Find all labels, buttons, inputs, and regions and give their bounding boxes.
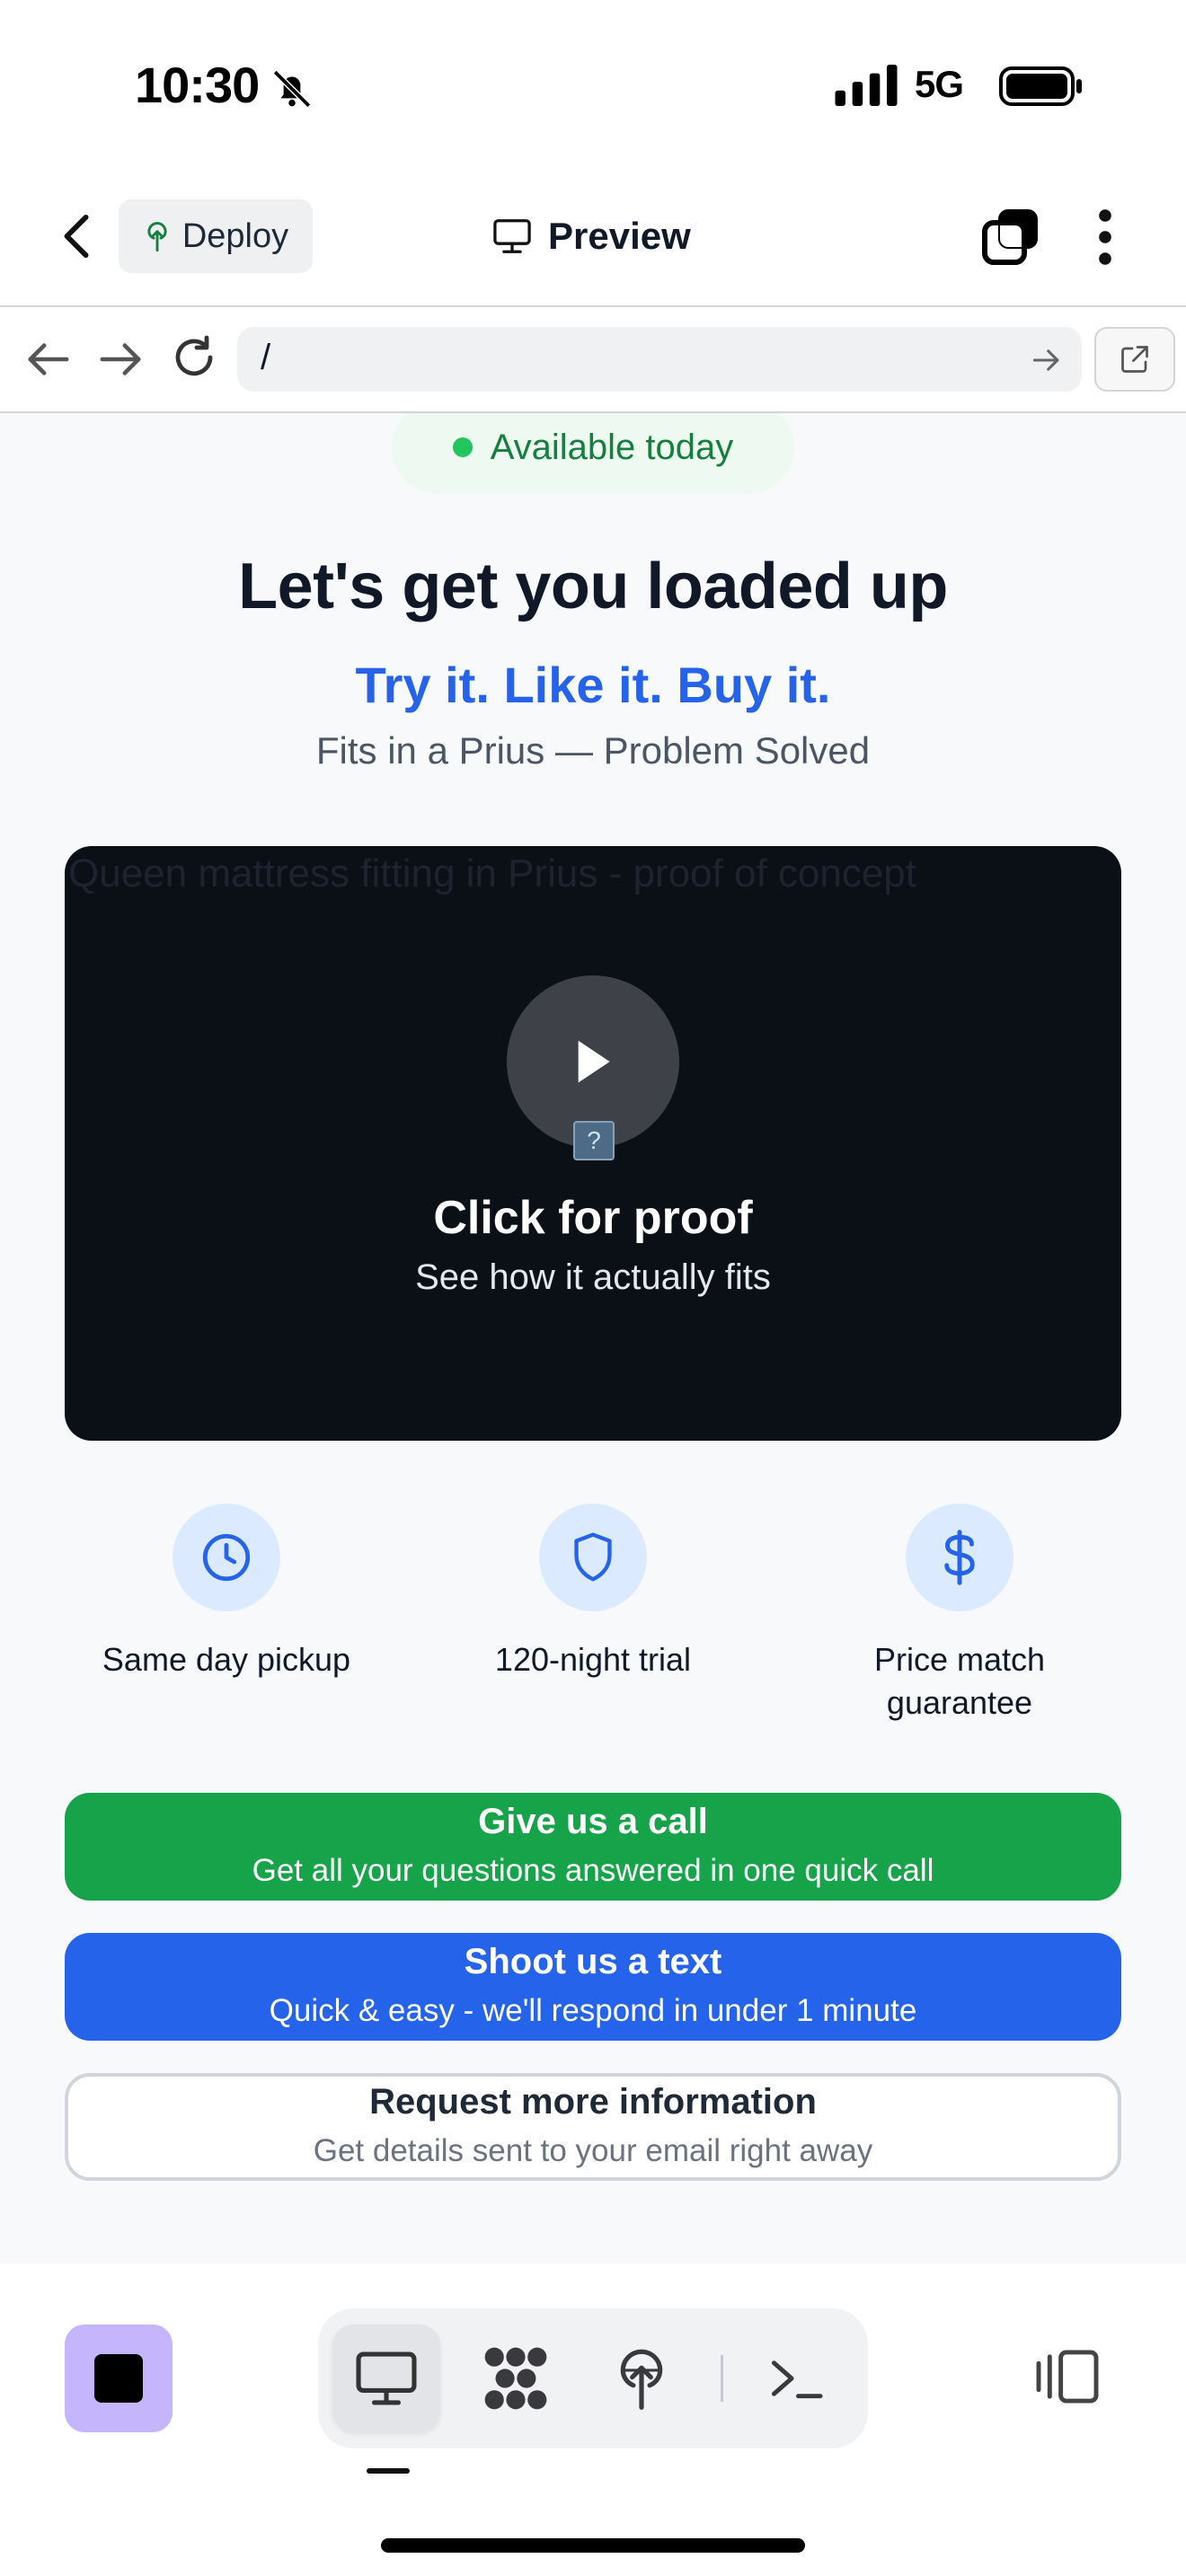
shield-icon <box>539 1504 647 1611</box>
request-info-subtitle: Get details sent to your email right awa… <box>313 2133 873 2168</box>
stop-icon <box>94 2354 143 2403</box>
feature-price-match: Price match guarantee <box>789 1504 1130 1725</box>
status-dot-icon <box>452 437 473 457</box>
text-button-subtitle: Quick & easy - we'll respond in under 1 … <box>269 1993 917 2028</box>
deploy-tab-button[interactable] <box>588 2325 695 2432</box>
page-tagline: Try it. Like it. Buy it. <box>355 657 831 713</box>
call-button[interactable]: Give us a call Get all your questions an… <box>65 1793 1121 1901</box>
dollar-icon <box>906 1504 1013 1611</box>
video-title: Click for proof <box>433 1192 753 1244</box>
network-type: 5G <box>915 63 964 105</box>
text-button[interactable]: Shoot us a text Quick & easy - we'll res… <box>65 1933 1121 2041</box>
url-input[interactable]: / <box>261 338 270 378</box>
external-link-icon <box>1121 346 1148 373</box>
call-button-title: Give us a call <box>478 1802 708 1841</box>
active-tab-indicator <box>367 2468 410 2474</box>
bell-slash-icon <box>272 69 312 109</box>
preview-label: Preview <box>548 215 691 257</box>
arrow-right-small-icon[interactable] <box>1031 345 1062 375</box>
open-external-button[interactable] <box>1094 327 1175 392</box>
video-player[interactable]: Queen mattress fitting in Prius - proof … <box>65 846 1121 1441</box>
call-button-subtitle: Get all your questions answered in one q… <box>252 1853 934 1888</box>
status-time: 10:30 <box>135 57 260 113</box>
terminal-tab-button[interactable] <box>742 2325 850 2432</box>
split-view-icon[interactable] <box>1033 2348 1102 2405</box>
availability-text: Available today <box>490 427 734 467</box>
video-alt-text: Queen mattress fitting in Prius - proof … <box>68 851 917 895</box>
tabs-icon[interactable] <box>981 208 1039 266</box>
clock-icon <box>173 1504 280 1611</box>
feature-label: Same day pickup <box>102 1641 351 1678</box>
terminal-icon <box>771 2360 823 2399</box>
request-info-button[interactable]: Request more information Get details sen… <box>65 2073 1121 2181</box>
cellular-signal-icon <box>835 65 898 106</box>
request-info-title: Request more information <box>369 2082 817 2122</box>
web-preview: Available today Let's get you loaded up … <box>0 413 1186 2263</box>
arrow-left-icon[interactable] <box>25 341 70 377</box>
more-vertical-icon[interactable] <box>1094 208 1116 266</box>
page-subtitle: Fits in a Prius — Problem Solved <box>315 729 871 772</box>
feature-label: Price match guarantee <box>873 1641 1046 1721</box>
stop-button[interactable] <box>65 2325 173 2432</box>
feature-label: 120-night trial <box>494 1641 692 1678</box>
monitor-icon <box>493 219 531 253</box>
video-subtitle: See how it actually fits <box>415 1257 771 1297</box>
play-icon <box>578 1040 610 1083</box>
availability-badge: Available today <box>392 413 794 494</box>
reload-icon[interactable] <box>171 334 217 381</box>
deploy-tree-icon <box>620 2349 663 2410</box>
divider <box>0 305 1186 307</box>
broken-image-icon: ? <box>573 1121 615 1160</box>
deploy-label: Deploy <box>181 216 289 255</box>
preview-monitor-icon <box>356 2351 417 2405</box>
tree-icon <box>147 222 167 251</box>
page-title: Let's get you loaded up <box>238 551 948 622</box>
arrow-right-icon[interactable] <box>99 341 144 377</box>
preview-tab-button[interactable] <box>332 2325 440 2432</box>
preview-title[interactable]: Preview <box>492 207 691 266</box>
feature-night-trial: 120-night trial <box>422 1504 764 1681</box>
text-button-title: Shoot us a text <box>464 1942 722 1981</box>
chevron-left-icon[interactable] <box>59 214 95 259</box>
feature-same-day-pickup: Same day pickup <box>56 1504 397 1681</box>
battery-icon <box>999 66 1082 106</box>
deploy-button[interactable]: Deploy <box>119 199 313 273</box>
toolbar-separator <box>721 2355 723 2402</box>
modules-tab-button[interactable] <box>462 2325 570 2432</box>
modules-icon <box>484 2347 547 2410</box>
home-indicator <box>381 2538 805 2553</box>
url-bar[interactable] <box>237 327 1082 392</box>
bottom-toolbar <box>318 2308 868 2448</box>
